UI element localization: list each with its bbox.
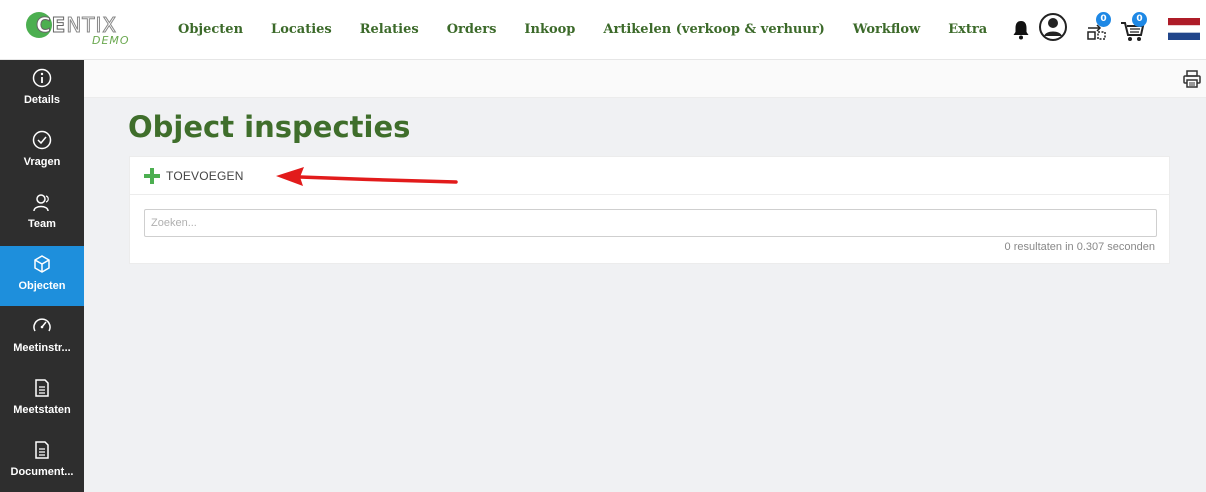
sidebar-item-label: Meetinstr... (13, 342, 71, 354)
gauge-icon (33, 318, 51, 332)
nav-objecten[interactable]: Objecten (178, 22, 243, 37)
top-navbar: CENTIX DEMO Objecten Locaties Relaties O… (0, 0, 1206, 60)
sidebar-item-label: Document... (10, 466, 74, 478)
main-nav: Objecten Locaties Relaties Orders Inkoop… (178, 22, 1015, 37)
sidebar: Details Vragen Team Objecten Meetinstr..… (0, 60, 84, 492)
sidebar-item-label: Objecten (18, 280, 66, 292)
add-button[interactable]: TOEVOEGEN (144, 166, 244, 186)
sidebar-item-team[interactable]: Team (0, 184, 84, 244)
nav-artikelen[interactable]: Artikelen (verkoop & verhuur) (603, 22, 824, 37)
print-icon[interactable] (1182, 69, 1202, 89)
logo-tagline: DEMO (92, 34, 130, 47)
nav-extra[interactable]: Extra (948, 22, 987, 37)
plus-icon (144, 168, 160, 184)
logo-wordmark-bold: CE (35, 13, 67, 38)
search-input[interactable] (144, 209, 1157, 237)
cart-count-badge: 0 (1132, 12, 1147, 27)
sidebar-item-label: Meetstaten (13, 404, 71, 416)
compare-count-badge: 0 (1096, 12, 1111, 27)
sidebar-item-meetinstrumenten[interactable]: Meetinstr... (0, 308, 84, 368)
centix-logo[interactable]: CENTIX DEMO (22, 8, 142, 50)
panel-header: TOEVOEGEN (130, 157, 1169, 195)
nav-orders[interactable]: Orders (447, 22, 497, 37)
cube-icon (34, 255, 50, 273)
document-icon (35, 379, 49, 397)
nav-locaties[interactable]: Locaties (271, 22, 332, 37)
compare-icon[interactable]: 0 (1082, 12, 1112, 44)
nav-inkoop[interactable]: Inkoop (524, 22, 575, 37)
sidebar-item-label: Team (28, 218, 56, 230)
sidebar-item-documenten[interactable]: Document... (0, 432, 84, 492)
cart-icon[interactable]: 0 (1118, 12, 1148, 44)
toolbar-strip (84, 60, 1206, 98)
bell-icon[interactable] (1012, 20, 1030, 40)
sidebar-item-vragen[interactable]: Vragen (0, 122, 84, 182)
sidebar-item-details[interactable]: Details (0, 60, 84, 120)
document-icon (35, 441, 49, 459)
nav-workflow[interactable]: Workflow (853, 22, 920, 37)
dutch-flag-icon[interactable] (1168, 18, 1200, 40)
results-count: 0 resultaten in 0.307 seconden (1004, 241, 1155, 253)
user-circle-icon[interactable] (1038, 12, 1068, 42)
inspections-panel: TOEVOEGEN 0 resultaten in 0.307 seconden (129, 156, 1170, 264)
sidebar-item-meetstaten[interactable]: Meetstaten (0, 370, 84, 430)
team-icon (33, 194, 49, 212)
page-title: Object inspecties (128, 110, 411, 144)
sidebar-item-label: Details (23, 94, 61, 106)
info-icon (32, 68, 52, 88)
add-button-label: TOEVOEGEN (166, 169, 244, 183)
sidebar-item-objecten[interactable]: Objecten (0, 246, 84, 306)
sidebar-item-label: Vragen (23, 156, 61, 168)
red-arrow-annotation (276, 167, 458, 186)
nav-relaties[interactable]: Relaties (360, 22, 419, 37)
check-circle-icon (32, 130, 52, 150)
